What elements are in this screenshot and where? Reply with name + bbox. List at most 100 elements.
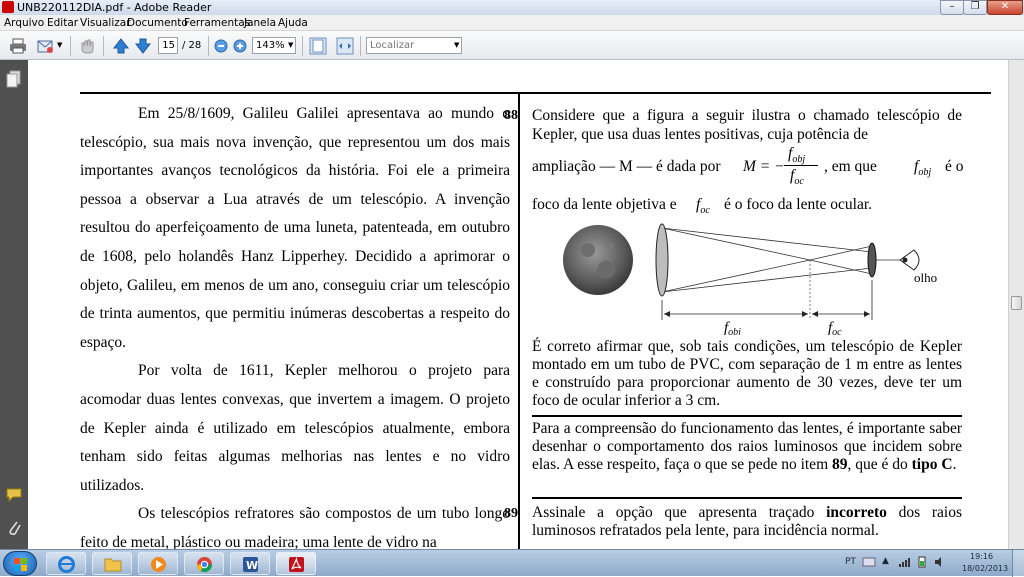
battery-icon[interactable] bbox=[916, 556, 928, 568]
vertical-scrollbar[interactable] bbox=[1008, 60, 1024, 549]
clock-date[interactable]: 18/02/2013 bbox=[962, 564, 1008, 573]
zoom-in-icon[interactable] bbox=[233, 39, 247, 53]
show-hidden-icons-icon[interactable]: ▲ bbox=[882, 556, 889, 566]
left-column: Em 25/8/1609, Galileu Galilei apresentav… bbox=[80, 100, 510, 549]
title-bar: UNB220112DIA.pdf - Adobe Reader – ❐ ✕ bbox=[0, 0, 1024, 15]
page-number-input[interactable] bbox=[158, 37, 178, 54]
toolbar-separator bbox=[103, 36, 104, 56]
clock-time[interactable]: 19:16 bbox=[970, 552, 993, 561]
question-number-89: 89 bbox=[504, 506, 518, 521]
page-total: / 28 bbox=[182, 40, 202, 51]
tipo-c-label: tipo C bbox=[911, 456, 953, 473]
formula-m: M = − bbox=[743, 158, 785, 175]
network-icon[interactable] bbox=[898, 556, 910, 568]
menu-janela[interactable]: Janela bbox=[244, 16, 276, 30]
moon-image bbox=[563, 225, 633, 295]
language-indicator[interactable]: PT bbox=[845, 557, 856, 567]
internet-explorer-icon bbox=[58, 556, 75, 573]
q88-focus-text-b: é o foco da lente ocular. bbox=[724, 196, 873, 213]
menu-arquivo[interactable]: Arquivo bbox=[4, 16, 44, 30]
toolbar-separator bbox=[70, 36, 71, 56]
svg-text:W: W bbox=[246, 559, 258, 572]
keyboard-icon[interactable] bbox=[862, 556, 876, 568]
next-page-icon[interactable] bbox=[134, 37, 152, 55]
paragraph-refratores: Os telescópios refratores são compostos … bbox=[80, 505, 510, 549]
volume-icon[interactable] bbox=[934, 556, 946, 568]
document-page: Em 25/8/1609, Galileu Galilei apresentav… bbox=[28, 60, 1008, 549]
navigation-panel bbox=[0, 60, 28, 549]
adobe-reader-icon bbox=[2, 1, 14, 13]
q88-em-que: , em que bbox=[824, 158, 877, 175]
taskbar-word[interactable]: W bbox=[230, 552, 270, 575]
q88-formula-line: ampliação — M — é dada por M = − fobj fo… bbox=[532, 145, 972, 190]
taskbar-media-player[interactable] bbox=[138, 552, 178, 575]
find-dropdown-arrow-icon[interactable]: ▼ bbox=[454, 37, 459, 54]
chrome-icon bbox=[197, 557, 212, 573]
menu-bar: Arquivo Editar Visualizar Documento Ferr… bbox=[0, 15, 1024, 31]
menu-editar[interactable]: Editar bbox=[47, 16, 78, 30]
taskbar-adobe-reader[interactable] bbox=[276, 552, 316, 575]
paragraph-galileu: Em 25/8/1609, Galileu Galilei apresentav… bbox=[80, 105, 510, 351]
print-icon[interactable] bbox=[9, 37, 27, 55]
comments-icon[interactable] bbox=[5, 487, 23, 503]
show-desktop-button[interactable] bbox=[1012, 550, 1024, 577]
ocular-lens bbox=[867, 242, 877, 278]
media-player-icon bbox=[151, 557, 166, 572]
incorreto-emphasis: incorreto bbox=[826, 504, 887, 521]
q88-intro: Considere que a figura a seguir ilustra … bbox=[532, 107, 962, 143]
scrollbar-thumb[interactable] bbox=[1011, 296, 1022, 310]
email-dropdown-arrow-icon[interactable]: ▼ bbox=[57, 37, 62, 54]
q88-focus-text-a: foco da lente objetiva e bbox=[532, 196, 677, 213]
intro-89: Para a compreensão do funcionamento das … bbox=[532, 420, 962, 473]
restore-button[interactable]: ❐ bbox=[963, 0, 987, 15]
window-title: UNB220112DIA.pdf - Adobe Reader bbox=[17, 1, 212, 14]
column-divider bbox=[518, 94, 520, 549]
q88-e-o: é o bbox=[945, 158, 964, 175]
taskbar-explorer[interactable] bbox=[92, 552, 132, 575]
q88-focus-line: foco da lente objetiva e foc é o foco da… bbox=[532, 194, 972, 216]
windows-taskbar: W PT ▲ 19:16 18/02/2013 bbox=[0, 549, 1024, 577]
start-button[interactable] bbox=[3, 551, 37, 576]
find-input[interactable] bbox=[366, 37, 462, 54]
fit-page-icon[interactable] bbox=[309, 37, 327, 55]
toolbar: ▼ / 28 ▼ ▼ bbox=[0, 31, 1024, 60]
close-button[interactable]: ✕ bbox=[987, 0, 1023, 15]
eye-label: olho bbox=[914, 270, 937, 285]
item-89-ref: 89 bbox=[832, 456, 848, 473]
objective-lens bbox=[655, 223, 669, 297]
toolbar-separator bbox=[360, 36, 361, 56]
zoom-out-icon[interactable] bbox=[214, 39, 228, 53]
menu-visualizar[interactable]: Visualizar bbox=[80, 16, 131, 30]
q88-amplification-text: ampliação — M — é dada por bbox=[532, 158, 721, 175]
formula-denominator: foc bbox=[790, 167, 804, 188]
taskbar-internet-explorer[interactable] bbox=[46, 552, 86, 575]
zoom-dropdown-arrow-icon[interactable]: ▼ bbox=[288, 37, 293, 54]
windows-logo-icon bbox=[14, 558, 27, 571]
adobe-reader-taskbar-icon bbox=[289, 556, 304, 572]
section-rule bbox=[532, 497, 962, 499]
kepler-telescope-figure: olho fobj foc bbox=[563, 223, 937, 335]
section-rule bbox=[532, 415, 962, 417]
folder-icon bbox=[104, 558, 122, 572]
fit-width-icon[interactable] bbox=[336, 37, 354, 55]
header-rule bbox=[80, 92, 991, 94]
hand-tool-icon[interactable] bbox=[78, 37, 96, 55]
menu-documento[interactable]: Documento bbox=[127, 16, 188, 30]
fobj-symbol: fobj bbox=[914, 158, 932, 179]
email-icon[interactable] bbox=[37, 37, 55, 55]
previous-page-icon[interactable] bbox=[112, 37, 130, 55]
minimize-button[interactable]: – bbox=[940, 0, 964, 15]
toolbar-separator bbox=[208, 36, 209, 56]
attachments-icon[interactable] bbox=[6, 518, 22, 536]
menu-ferramentas[interactable]: Ferramentas bbox=[184, 16, 250, 30]
foc-dimension-label: foc bbox=[828, 320, 842, 335]
taskbar-chrome[interactable] bbox=[184, 552, 224, 575]
fobj-dimension-label: fobj bbox=[724, 320, 741, 335]
foc-symbol: foc bbox=[696, 196, 710, 217]
fraction-bar bbox=[784, 165, 818, 166]
word-icon: W bbox=[243, 557, 258, 572]
question-number-88: 88 bbox=[504, 108, 518, 123]
paragraph-kepler: Por volta de 1611, Kepler melhorou o pro… bbox=[80, 362, 510, 494]
pages-panel-icon[interactable] bbox=[6, 70, 22, 88]
menu-ajuda[interactable]: Ajuda bbox=[278, 16, 308, 30]
